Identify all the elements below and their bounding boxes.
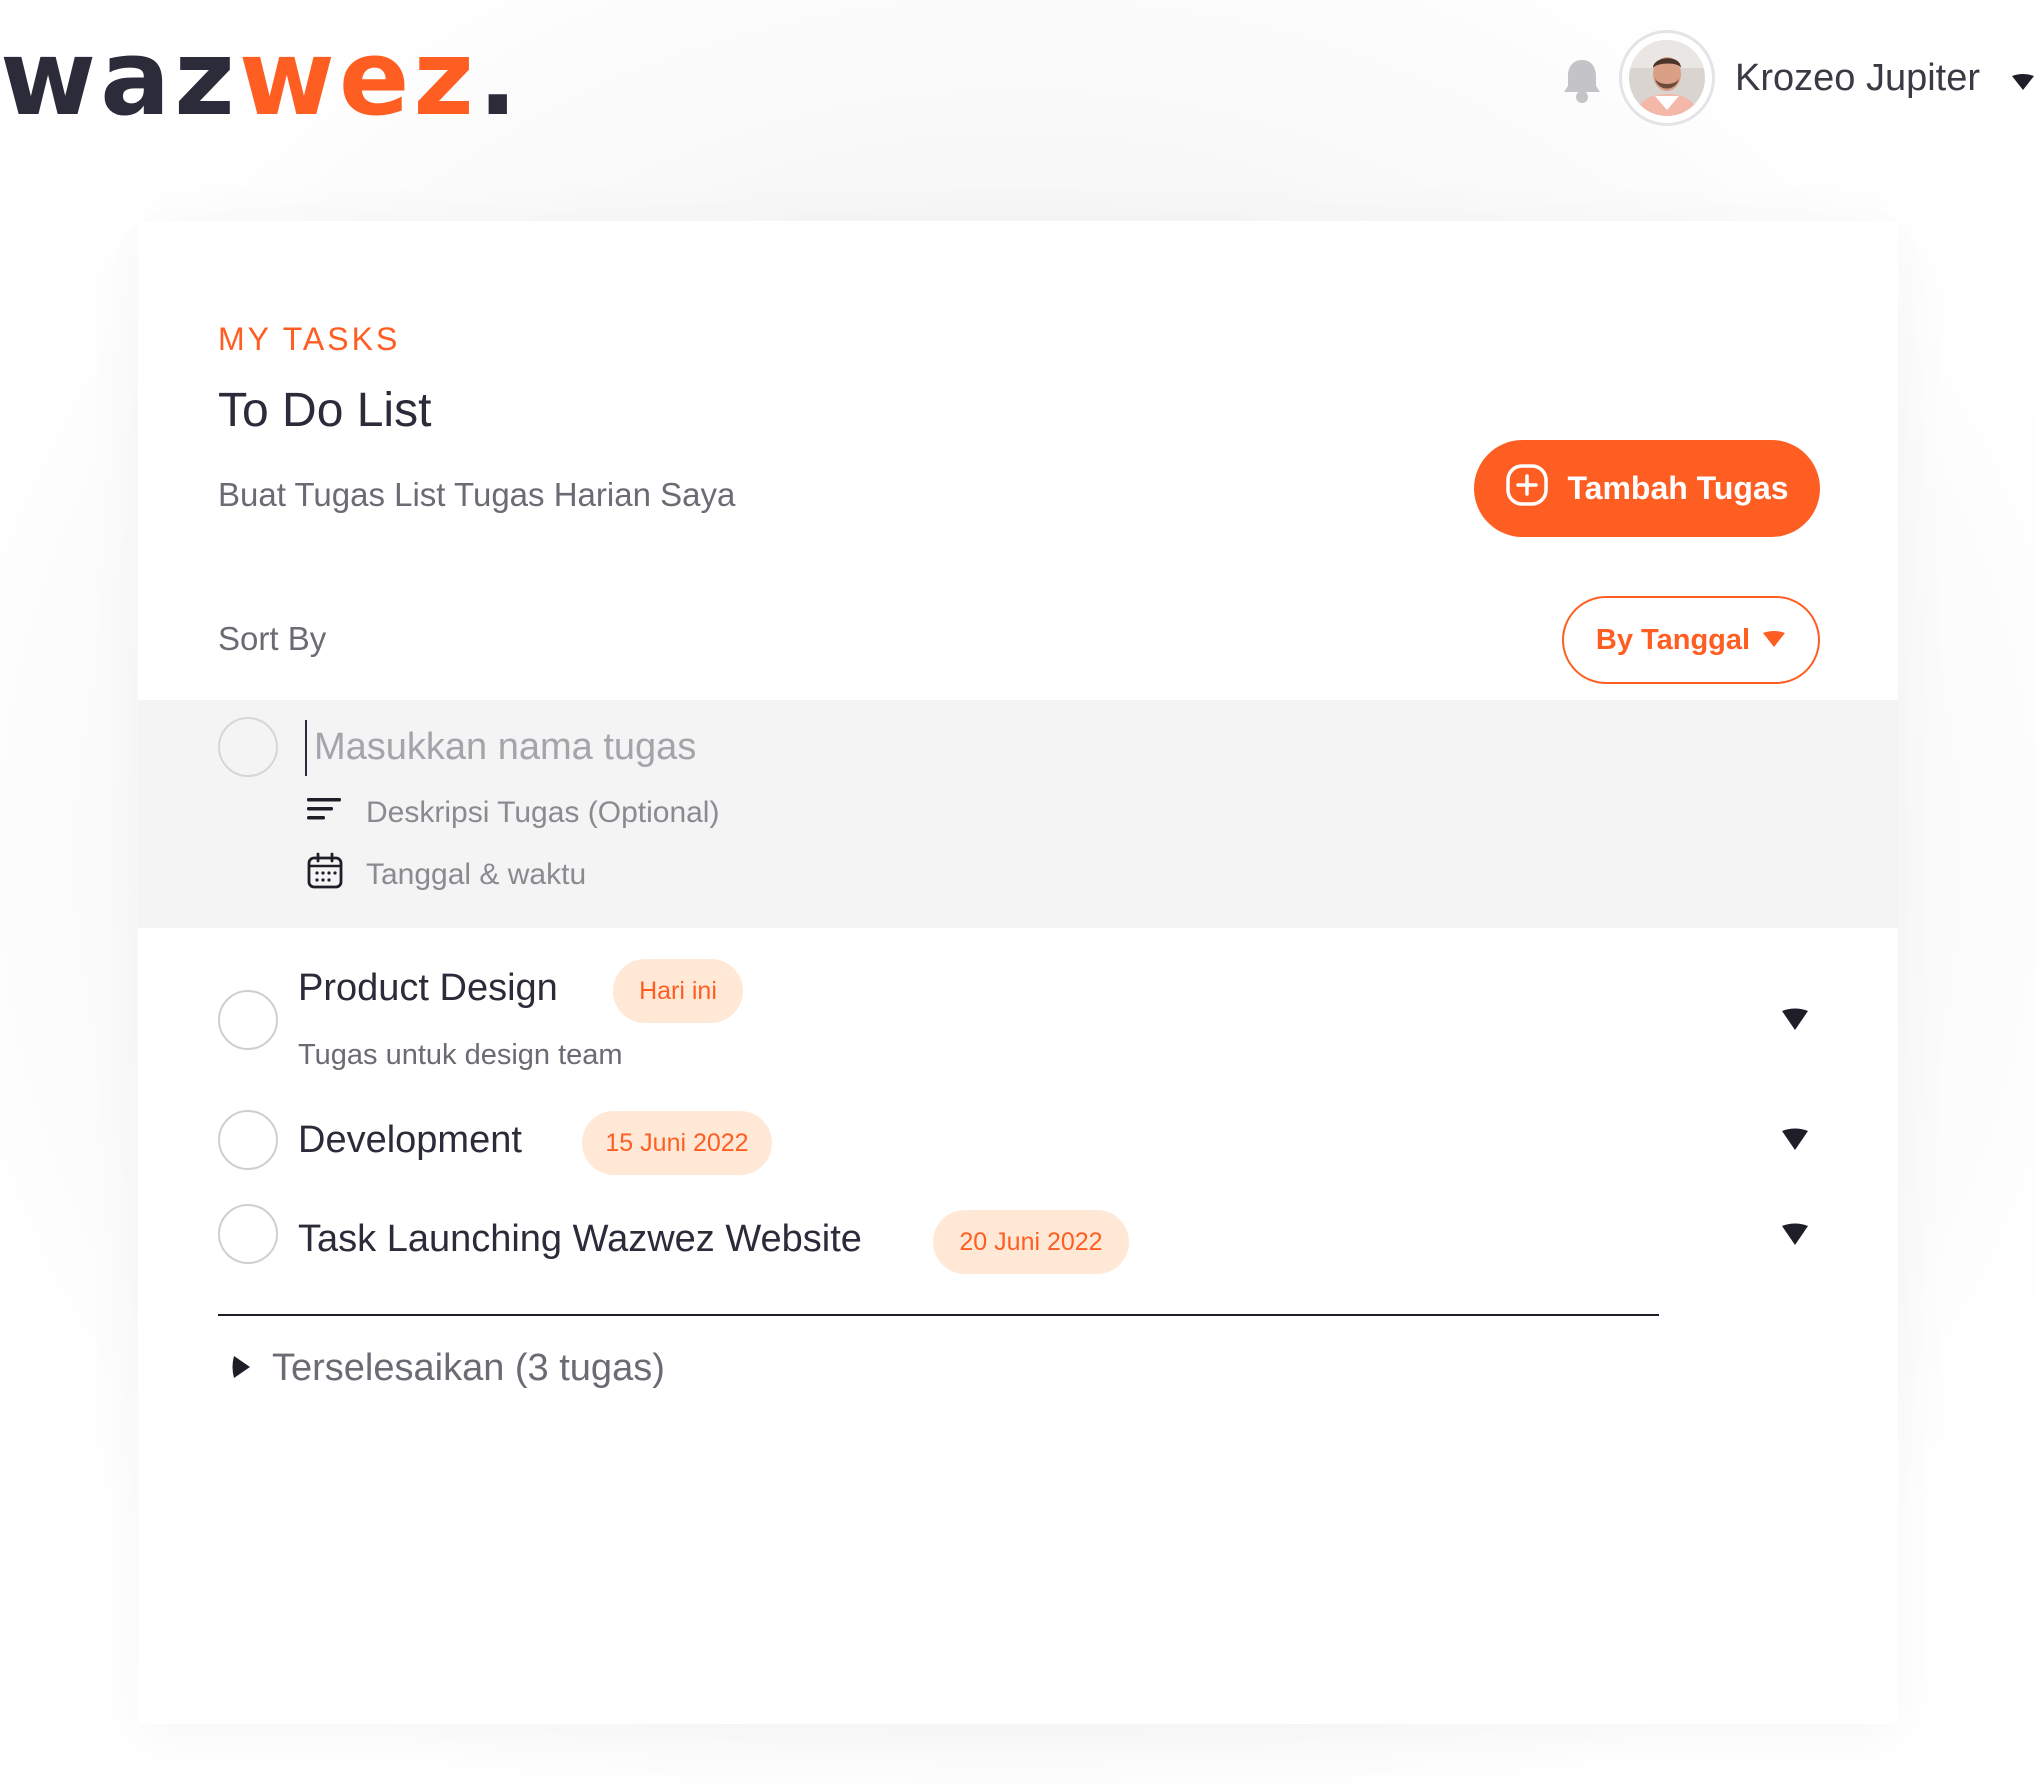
task-checkbox[interactable] [218, 990, 278, 1050]
logo-part-1: waz [0, 17, 239, 139]
lines-icon [306, 795, 344, 831]
task-checkbox[interactable] [218, 1110, 278, 1170]
sort-value: By Tanggal [1595, 623, 1751, 656]
task-name[interactable]: Task Launching Wazwez Website [298, 1214, 862, 1264]
calendar-icon [306, 852, 344, 898]
completed-label: Terselesaikan (3 tugas) [272, 1347, 665, 1389]
new-task-checkbox[interactable] [218, 717, 278, 777]
add-task-button[interactable]: Tambah Tugas [1474, 440, 1820, 537]
avatar-image [1629, 40, 1705, 116]
new-task-form: Deskripsi Tugas (Optional) Tanggal & wak… [138, 700, 1898, 928]
date-time-field[interactable]: Tanggal & waktu [306, 852, 586, 898]
due-badge: 15 Juni 2022 [582, 1111, 772, 1175]
expand-caret-icon[interactable] [1780, 1006, 1810, 1032]
user-name[interactable]: Krozeo Jupiter [1735, 52, 1980, 104]
task-name[interactable]: Product Design [298, 963, 558, 1013]
add-task-label: Tambah Tugas [1567, 470, 1789, 506]
due-badge: Hari ini [613, 959, 743, 1023]
user-avatar[interactable] [1619, 30, 1715, 126]
description-placeholder: Deskripsi Tugas (Optional) [366, 796, 720, 829]
wazwez-logo[interactable]: wazwez. [0, 18, 521, 138]
plus-circle-icon [1505, 463, 1549, 515]
tasks-card: MY TASKS To Do List Buat Tugas List Tuga… [138, 221, 1898, 1724]
logo-dot: . [477, 17, 522, 139]
sort-caret-icon [1762, 624, 1786, 657]
due-badge: 20 Juni 2022 [933, 1210, 1129, 1274]
task-name-input[interactable] [314, 716, 1214, 778]
page-subtitle: Buat Tugas List Tugas Harian Saya [218, 476, 736, 513]
section-eyebrow: MY TASKS [218, 321, 401, 357]
caret-right-icon [230, 1343, 252, 1393]
page-title: To Do List [218, 384, 432, 437]
expand-caret-icon[interactable] [1780, 1126, 1810, 1152]
date-placeholder: Tanggal & waktu [366, 858, 587, 891]
task-name[interactable]: Development [298, 1115, 522, 1165]
text-cursor [305, 720, 307, 776]
expand-caret-icon[interactable] [1780, 1221, 1810, 1247]
logo-part-2: wez [238, 17, 478, 139]
task-checkbox[interactable] [218, 1204, 278, 1264]
completed-section-toggle[interactable]: Terselesaikan (3 tugas) [230, 1343, 665, 1393]
description-field[interactable]: Deskripsi Tugas (Optional) [306, 790, 719, 836]
task-description: Tugas untuk design team [298, 1039, 623, 1071]
list-divider [218, 1314, 1659, 1316]
bell-icon[interactable] [1562, 56, 1602, 104]
user-menu-caret-icon[interactable] [2010, 72, 2036, 92]
sort-label: Sort By [218, 620, 327, 657]
sort-dropdown[interactable]: By Tanggal [1562, 596, 1820, 684]
